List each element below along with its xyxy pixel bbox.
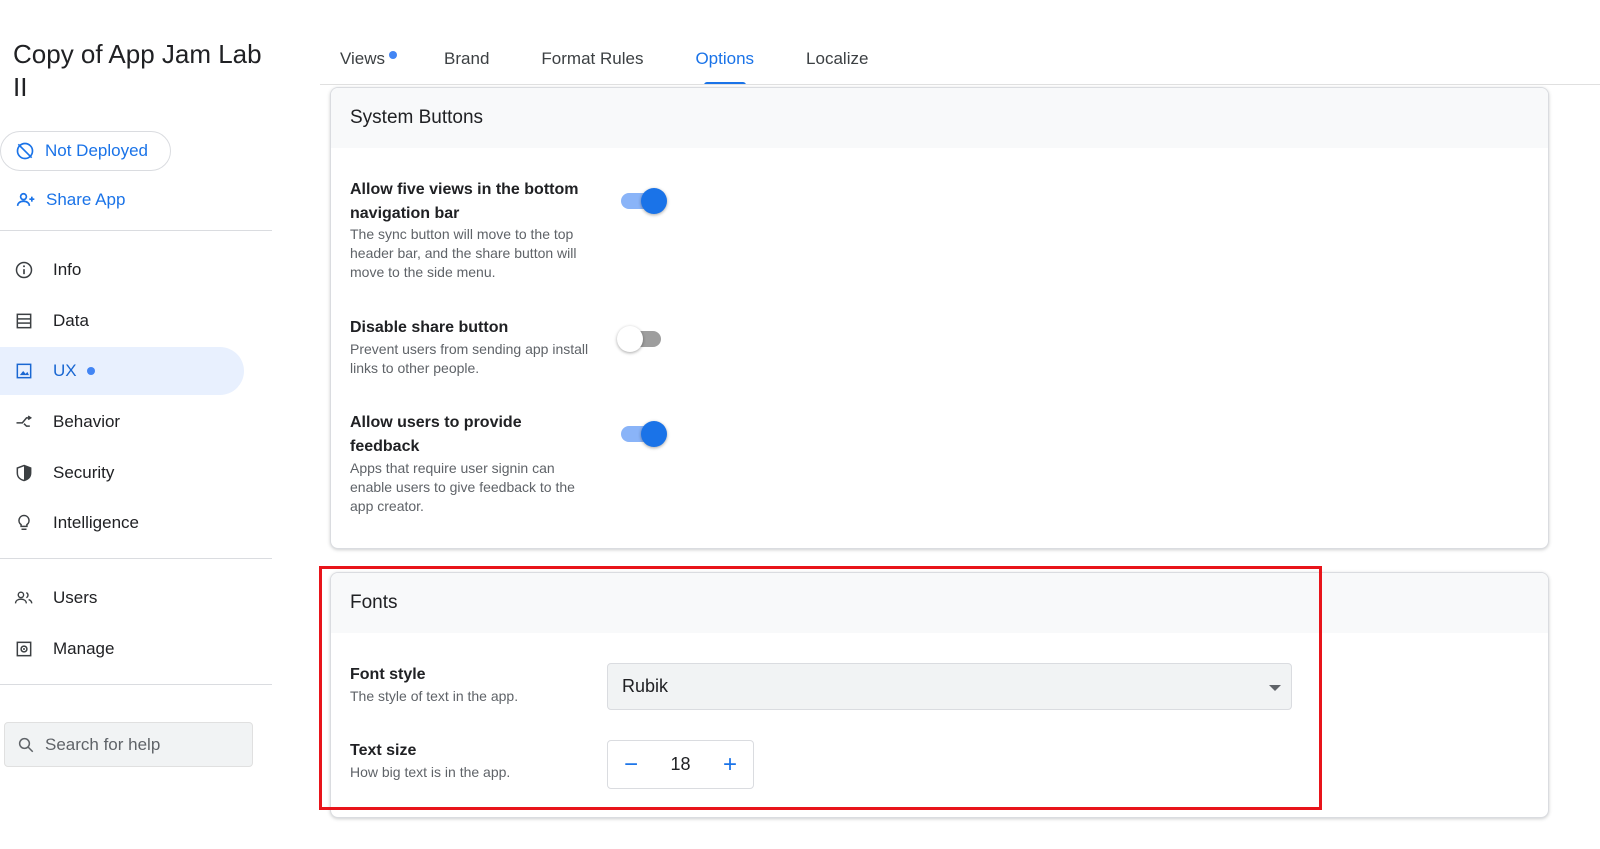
setting-title: Text size	[350, 742, 417, 759]
disable-share-toggle[interactable]	[617, 325, 665, 353]
toggle-thumb	[617, 326, 643, 352]
sidebar-divider	[0, 684, 272, 685]
text-size-value[interactable]: 18	[654, 754, 707, 775]
sidebar-item-manage[interactable]: Manage	[0, 625, 244, 673]
setting-description: Apps that require user signin can enable…	[350, 460, 575, 514]
table-icon	[14, 311, 34, 331]
text-size-stepper[interactable]: − 18 +	[607, 740, 754, 789]
dropdown-caret-icon	[1269, 685, 1281, 691]
not-deployed-icon	[16, 142, 34, 160]
deploy-status-chip[interactable]: Not Deployed	[0, 131, 171, 171]
tab-bar-divider	[320, 84, 1600, 85]
setting-description: The style of text in the app.	[350, 688, 519, 704]
card-header: System Buttons	[331, 88, 1548, 148]
setting-description: The sync button will move to the top hea…	[350, 226, 577, 280]
toggle-thumb	[641, 188, 667, 214]
share-app-link[interactable]: Share App	[16, 190, 125, 210]
help-search-placeholder: Search for help	[45, 734, 161, 754]
sidebar-item-data[interactable]: Data	[0, 297, 244, 345]
font-style-select[interactable]: Rubik	[607, 663, 1292, 710]
sidebar-item-label: Info	[53, 260, 82, 279]
setting-title: Allow users to provide feedback	[350, 414, 522, 455]
sidebar-item-label: UX	[53, 361, 77, 380]
sidebar-item-label: Users	[53, 588, 98, 607]
setting-title: Allow five views in the bottom navigatio…	[350, 181, 579, 222]
unsaved-dot	[86, 367, 95, 375]
tab-label: Options	[695, 49, 755, 68]
help-search-input[interactable]: Search for help	[4, 722, 253, 767]
tab-views[interactable]: Views	[340, 40, 398, 85]
sidebar-item-label: Behavior	[53, 412, 121, 431]
toggle-thumb	[641, 421, 667, 447]
shield-icon	[14, 463, 34, 483]
deploy-status-label: Not Deployed	[45, 141, 149, 160]
search-icon	[18, 737, 34, 752]
sidebar-item-label: Security	[53, 463, 115, 482]
sidebar-item-label: Data	[53, 311, 89, 330]
branch-icon	[14, 412, 34, 432]
share-app-label: Share App	[46, 190, 126, 209]
sidebar-item-info[interactable]: Info	[0, 246, 244, 294]
setting-description: Prevent users from sending app install l…	[350, 341, 589, 376]
info-icon	[14, 260, 34, 280]
tab-label: Format Rules	[541, 49, 644, 68]
font-style-value: Rubik	[622, 676, 669, 696]
lightbulb-icon	[14, 513, 34, 533]
tab-label: Brand	[444, 49, 490, 68]
tab-label: Localize	[806, 49, 869, 68]
feedback-toggle[interactable]	[619, 420, 667, 448]
setting-description: How big text is in the app.	[350, 764, 511, 780]
sidebar-divider	[0, 230, 272, 231]
sidebar: Copy of App Jam Lab II Not Deployed Shar…	[0, 0, 272, 849]
tab-brand[interactable]: Brand	[444, 40, 489, 85]
sidebar-item-users[interactable]: Users	[0, 574, 244, 622]
app-title: Copy of App Jam Lab II	[13, 39, 262, 102]
setting-title: Disable share button	[350, 319, 509, 336]
manage-icon	[14, 639, 34, 659]
increment-button[interactable]: +	[707, 741, 753, 789]
tab-localize[interactable]: Localize	[806, 40, 868, 85]
tab-options[interactable]: Options	[695, 40, 754, 85]
fonts-card: Fonts Font style The style of text in th…	[330, 572, 1549, 818]
sidebar-item-intelligence[interactable]: Intelligence	[0, 499, 244, 547]
share-user-icon	[16, 192, 35, 206]
setting-title: Font style	[350, 666, 426, 683]
unsaved-dot	[389, 51, 398, 59]
sidebar-divider	[0, 558, 272, 559]
system-buttons-card: System Buttons Allow five views in the b…	[330, 87, 1549, 549]
sidebar-item-label: Manage	[53, 639, 115, 658]
sidebar-item-label: Intelligence	[53, 513, 140, 532]
users-icon	[14, 588, 34, 608]
card-header: Fonts	[331, 573, 1548, 633]
sidebar-item-security[interactable]: Security	[0, 449, 244, 497]
five-views-toggle[interactable]	[619, 187, 667, 215]
decrement-button[interactable]: −	[608, 741, 654, 789]
tab-format-rules[interactable]: Format Rules	[541, 40, 643, 85]
tab-label: Views	[340, 49, 386, 68]
sidebar-item-behavior[interactable]: Behavior	[0, 398, 244, 446]
image-icon	[14, 361, 34, 381]
ux-tabs: Views Brand Format Rules Options Localiz…	[320, 40, 868, 85]
sidebar-item-ux[interactable]: UX	[0, 347, 244, 395]
